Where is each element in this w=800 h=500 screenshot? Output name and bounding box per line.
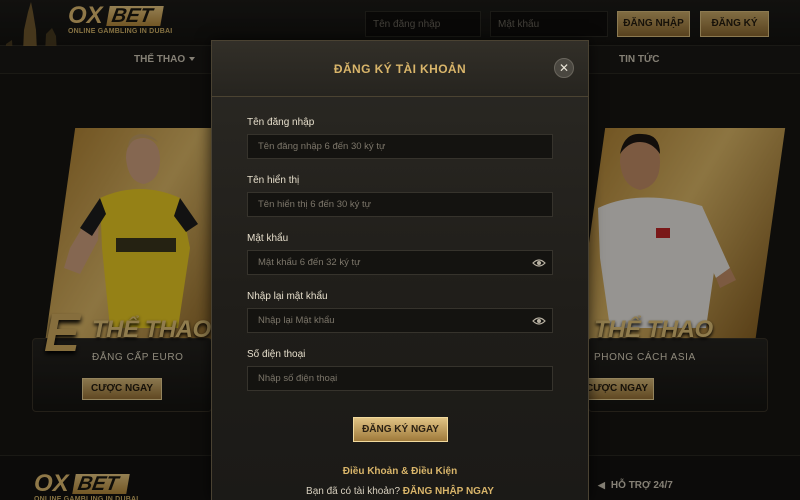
password-input[interactable]	[247, 250, 553, 275]
username-label: Tên đăng nhập	[247, 117, 315, 128]
password-label: Mật khẩu	[247, 233, 289, 244]
have-account-text: Bạn đã có tài khoản?	[306, 486, 401, 497]
confirm-password-label: Nhập lại mật khẩu	[247, 291, 328, 302]
phone-input[interactable]	[247, 366, 553, 391]
close-icon[interactable]: ✕	[554, 58, 574, 78]
login-now-link[interactable]: ĐĂNG NHẬP NGAY	[403, 486, 494, 497]
display-name-label: Tên hiển thị	[247, 175, 300, 186]
phone-label: Số điện thoại	[247, 349, 306, 360]
register-modal-title: ĐĂNG KÝ TÀI KHOẢN	[333, 62, 467, 76]
eye-icon[interactable]	[532, 258, 546, 268]
register-modal: ĐĂNG KÝ TÀI KHOẢN ✕ Tên đăng nhập Tên hi…	[211, 40, 589, 500]
terms-link[interactable]: Điều Khoản & Điều Kiện	[212, 466, 588, 477]
eye-icon[interactable]	[532, 316, 546, 326]
have-account-line: Bạn đã có tài khoản? ĐĂNG NHẬP NGAY	[212, 486, 588, 497]
confirm-password-input[interactable]	[247, 308, 553, 333]
display-name-input[interactable]	[247, 192, 553, 217]
username-input[interactable]	[247, 134, 553, 159]
register-modal-header: ĐĂNG KÝ TÀI KHOẢN ✕	[212, 41, 588, 97]
register-submit-button[interactable]: ĐĂNG KÝ NGAY	[353, 417, 448, 442]
